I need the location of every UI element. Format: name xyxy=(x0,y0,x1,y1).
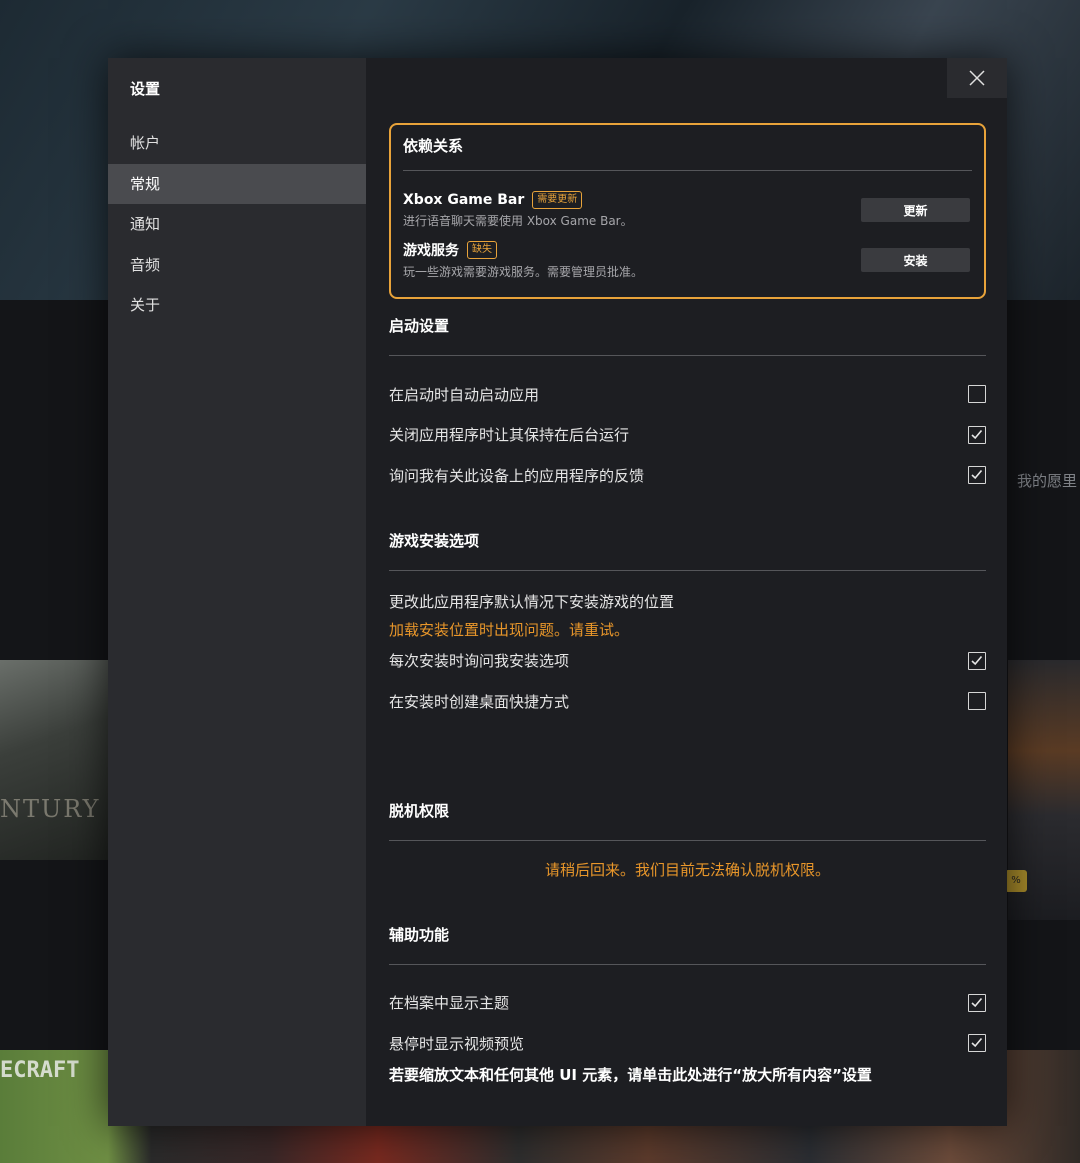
setting-label: 悬停时显示视频预览 xyxy=(389,1034,525,1053)
run-in-background-checkbox[interactable] xyxy=(968,425,986,444)
setting-row: 悬停时显示视频预览 xyxy=(389,1023,986,1064)
background-tile-text: NTURY xyxy=(0,795,101,823)
divider xyxy=(389,963,986,965)
sidebar-item-account[interactable]: 帐户 xyxy=(108,123,366,164)
setting-row: 询问我有关此设备上的应用程序的反馈 xyxy=(389,455,986,496)
sidebar-item-about[interactable]: 关于 xyxy=(108,285,366,326)
setting-label: 关闭应用程序时让其保持在后台运行 xyxy=(389,426,630,445)
sidebar-item-general[interactable]: 常规 xyxy=(108,163,366,204)
divider xyxy=(389,839,986,841)
setting-row: 在启动时自动启动应用 xyxy=(389,374,986,415)
install-button[interactable]: 安装 xyxy=(861,248,970,272)
setting-label: 询问我有关此设备上的应用程序的反馈 xyxy=(389,466,645,485)
checkmark-icon xyxy=(971,1038,983,1048)
background-wishlist-label: 我的愿里 xyxy=(1017,472,1078,490)
background-tile-bottom-text: ECRAFT xyxy=(0,1058,80,1083)
setting-row: 在安装时创建桌面快捷方式 xyxy=(389,681,986,722)
setting-row: 在档案中显示主题 xyxy=(389,983,986,1024)
dependency-row: Xbox Game Bar 需要更新 进行语音聊天需要使用 Xbox Game … xyxy=(403,185,972,235)
ask-install-options-checkbox[interactable] xyxy=(968,651,986,670)
dependencies-title: 依赖关系 xyxy=(403,135,972,171)
section-title-install: 游戏安装选项 xyxy=(389,531,480,550)
change-install-location-link[interactable]: 更改此应用程序默认情况下安装游戏的位置 xyxy=(389,589,986,619)
sidebar-item-audio[interactable]: 音频 xyxy=(108,245,366,286)
feedback-checkbox[interactable] xyxy=(968,466,986,485)
background-discount-badge: % xyxy=(1005,870,1027,892)
video-preview-checkbox[interactable] xyxy=(968,1034,986,1053)
settings-content: 依赖关系 Xbox Game Bar 需要更新 进行语音聊天需要使用 Xbox … xyxy=(366,58,1007,1126)
background-tile-left xyxy=(0,660,110,860)
settings-sidebar: 设置 帐户 常规 通知 音频 关于 xyxy=(108,58,366,1126)
dependency-name: 游戏服务 xyxy=(403,243,459,259)
dependency-description: 进行语音聊天需要使用 Xbox Game Bar。 xyxy=(403,214,633,228)
checkmark-icon xyxy=(971,997,983,1007)
section-title-offline: 脱机权限 xyxy=(389,801,450,820)
checkmark-icon xyxy=(971,470,983,480)
sidebar-item-notifications[interactable]: 通知 xyxy=(108,204,366,245)
dependency-row: 游戏服务 缺失 玩一些游戏需要游戏服务。需要管理员批准。 安装 xyxy=(403,235,972,285)
setting-label: 在档案中显示主题 xyxy=(389,994,510,1013)
dependency-status-badge: 缺失 xyxy=(467,241,497,259)
autostart-checkbox[interactable] xyxy=(968,385,986,404)
dependency-name: Xbox Game Bar xyxy=(403,192,525,208)
update-button[interactable]: 更新 xyxy=(861,198,970,222)
desktop-shortcut-checkbox[interactable] xyxy=(968,692,986,711)
checkmark-icon xyxy=(971,655,983,665)
divider xyxy=(389,355,986,356)
show-theme-checkbox[interactable] xyxy=(968,993,986,1012)
setting-label: 在启动时自动启动应用 xyxy=(389,385,540,404)
section-title-accessibility: 辅助功能 xyxy=(389,925,450,944)
offline-permission-message: 请稍后回来。我们目前无法确认脱机权限。 xyxy=(544,860,830,879)
dependencies-panel: 依赖关系 Xbox Game Bar 需要更新 进行语音聊天需要使用 Xbox … xyxy=(389,123,986,299)
settings-title: 设置 xyxy=(130,80,161,98)
setting-row: 每次安装时询问我安装选项 xyxy=(389,641,986,682)
section-title-startup: 启动设置 xyxy=(389,317,450,335)
close-icon xyxy=(969,70,985,86)
setting-label: 每次安装时询问我安装选项 xyxy=(389,652,570,671)
setting-row: 关闭应用程序时让其保持在后台运行 xyxy=(389,415,986,456)
dependency-description: 玩一些游戏需要游戏服务。需要管理员批准。 xyxy=(403,265,644,279)
divider xyxy=(389,569,986,571)
checkmark-icon xyxy=(971,429,983,439)
dependency-status-badge: 需要更新 xyxy=(532,191,583,209)
install-location-error: 加载安装位置时出现问题。请重试。 xyxy=(389,620,630,639)
setting-label: 在安装时创建桌面快捷方式 xyxy=(389,692,570,711)
close-button[interactable] xyxy=(947,58,1007,98)
settings-dialog: 设置 帐户 常规 通知 音频 关于 依赖关系 Xbox Game Bar 需要更… xyxy=(108,58,1007,1126)
zoom-settings-link[interactable]: 若要缩放文本和任何其他 UI 元素，请单击此处进行“放大所有内容”设置 xyxy=(389,1064,986,1085)
